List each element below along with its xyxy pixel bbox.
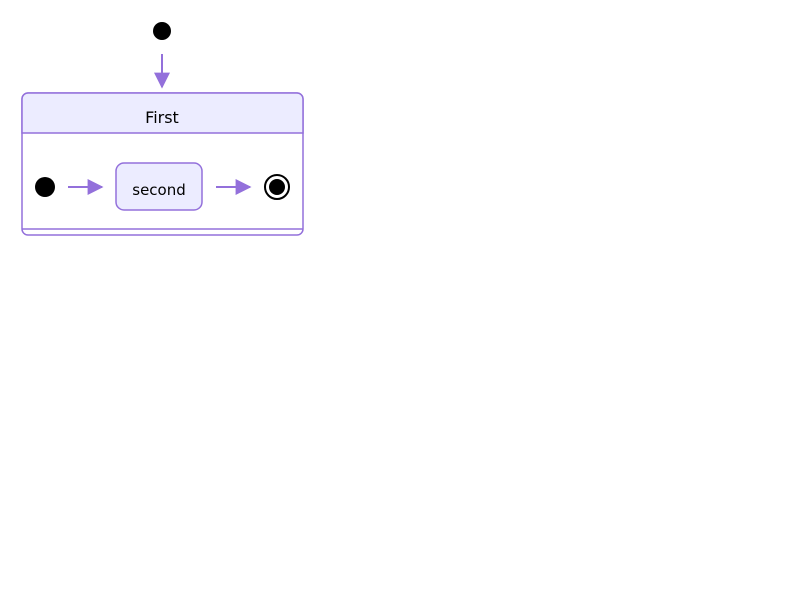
inner-start-state-dot [35,177,55,197]
state-second[interactable]: second [115,162,203,211]
inner-end-state [264,174,290,200]
diagram-canvas: First second [0,0,800,600]
composite-state-label: First [145,108,179,127]
state-diagram: First second [21,22,304,236]
state-second-label: second [132,181,186,199]
start-state-dot [153,22,171,40]
end-state-dot [269,179,285,195]
